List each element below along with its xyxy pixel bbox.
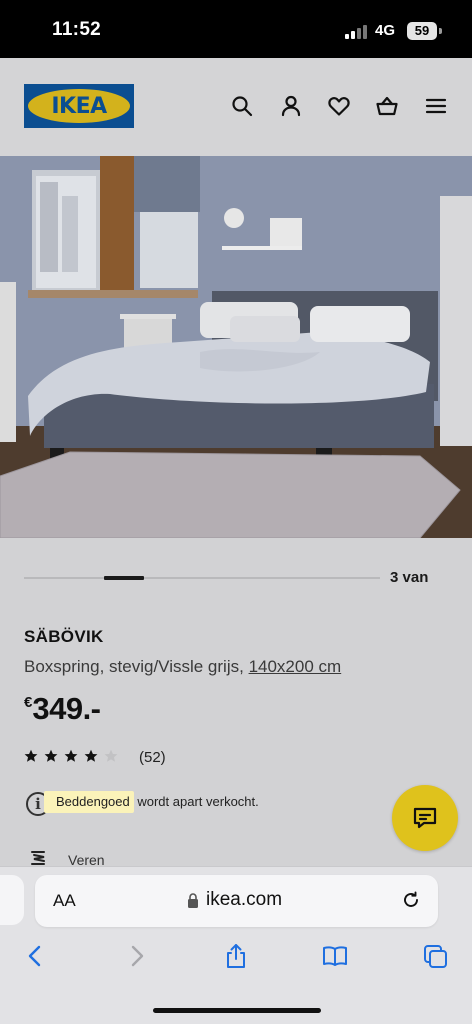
star-filled-icon: [64, 749, 78, 762]
product-price: €349.-: [24, 691, 101, 727]
network-type: 4G: [375, 22, 396, 39]
tabs-button[interactable]: [420, 941, 450, 971]
forward-button[interactable]: [122, 941, 152, 971]
tabs-icon: [424, 945, 447, 968]
back-button[interactable]: [20, 941, 50, 971]
logo-oval: IKEA: [28, 89, 130, 123]
status-time: 11:52: [52, 19, 102, 40]
signal-icon: [345, 25, 369, 39]
reload-icon[interactable]: [401, 890, 421, 910]
product-size-link[interactable]: 140x200 cm: [249, 657, 342, 676]
search-icon[interactable]: [230, 94, 254, 118]
address-bar[interactable]: AA ikea.com: [35, 875, 438, 927]
bookmarks-button[interactable]: [320, 941, 350, 971]
status-bar: 11:52 4G 59: [0, 0, 472, 58]
lock-icon: [188, 893, 198, 908]
info-highlight-link[interactable]: Beddengoed: [44, 791, 134, 813]
info-message: Beddengoed wordt apart verkocht.: [44, 791, 259, 813]
product-description: Boxspring, stevig/Vissle grijs, 140x200 …: [24, 657, 341, 677]
heart-icon[interactable]: [327, 94, 351, 118]
url-text[interactable]: ikea.com: [206, 889, 282, 911]
star-filled-icon: [44, 749, 58, 762]
ikea-logo[interactable]: IKEA: [24, 84, 134, 128]
rating-stars[interactable]: [24, 749, 118, 763]
home-indicator: [153, 1008, 321, 1013]
battery-tip: [439, 28, 442, 34]
reader-settings-button[interactable]: AA: [53, 891, 76, 911]
menu-icon[interactable]: [424, 94, 448, 118]
battery-icon: 59: [407, 22, 437, 40]
previous-tab-preview[interactable]: [0, 875, 24, 925]
star-filled-icon: [84, 749, 98, 762]
gallery-progress-indicator: [104, 576, 144, 580]
logo-text: IKEA: [51, 93, 107, 119]
info-message-text: wordt apart verkocht.: [133, 794, 259, 809]
basket-icon[interactable]: [375, 94, 399, 118]
star-empty-icon: [104, 749, 118, 762]
aa-label: AA: [53, 891, 76, 910]
chat-icon: [413, 807, 437, 829]
review-count[interactable]: (52): [139, 749, 166, 766]
back-icon: [28, 945, 41, 967]
price-value: 349.-: [32, 691, 101, 726]
product-image[interactable]: [0, 156, 472, 538]
product-description-text: Boxspring, stevig/Vissle grijs,: [24, 657, 249, 676]
product-name: SÄBÖVIK: [24, 627, 104, 646]
user-icon[interactable]: [279, 94, 303, 118]
web-page: IKEA 3 van SÄBÖVIK Boxspring, stevig/Vis…: [0, 58, 472, 878]
chat-button[interactable]: [392, 785, 458, 851]
battery-level: 59: [414, 23, 430, 38]
forward-icon: [131, 945, 144, 967]
site-header: IKEA: [0, 58, 472, 156]
price-currency: €: [24, 694, 33, 711]
gallery-progress-track: [24, 577, 380, 579]
share-button[interactable]: [221, 941, 251, 971]
browser-toolbar: AA ikea.com: [0, 866, 472, 1024]
star-filled-icon: [24, 749, 38, 762]
gallery-page-count: 3 van: [390, 569, 429, 586]
spring-icon: [31, 851, 45, 865]
bookmarks-icon: [323, 946, 347, 966]
share-icon: [227, 944, 245, 968]
